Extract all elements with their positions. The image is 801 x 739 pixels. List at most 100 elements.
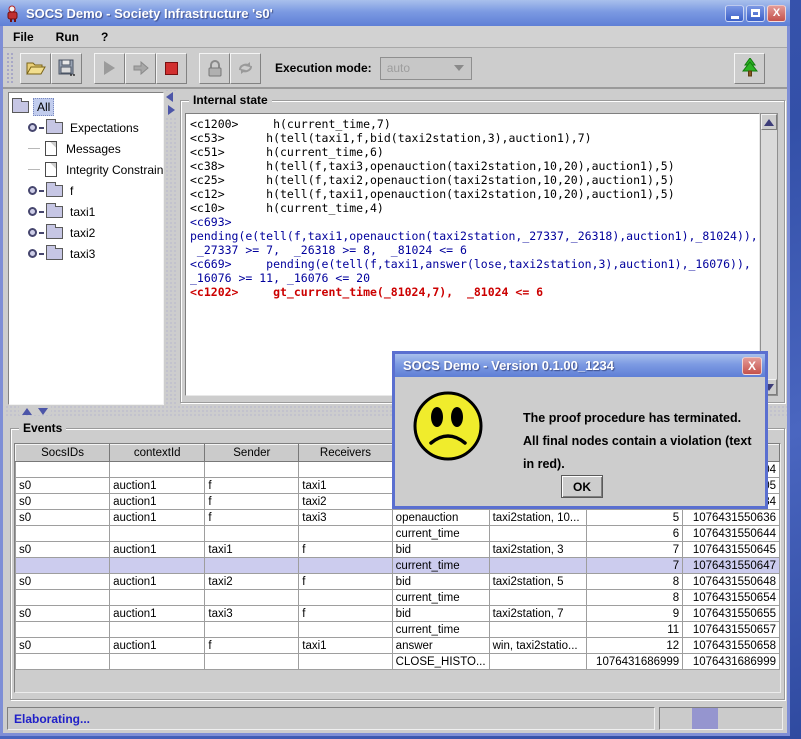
lock-button[interactable] <box>199 53 230 84</box>
execution-mode-value: auto <box>387 61 410 75</box>
close-button[interactable]: X <box>767 5 786 22</box>
refresh-button[interactable] <box>230 53 261 84</box>
save-button[interactable] <box>51 53 82 84</box>
expand-handle-icon[interactable] <box>28 207 37 216</box>
table-cell: 6 <box>587 526 683 542</box>
table-row[interactable]: current_time 81076431550654 <box>16 590 780 606</box>
table-cell: f <box>299 606 392 622</box>
table-cell: auction1 <box>110 542 205 558</box>
society-tree-panel[interactable]: AllExpectationsMessagesIntegrity Constra… <box>8 92 164 405</box>
expand-handle-icon[interactable] <box>28 249 37 258</box>
collapse-down-icon[interactable] <box>38 408 48 415</box>
progress-thumb <box>692 708 718 729</box>
society-tree-button[interactable] <box>734 53 765 84</box>
handle-stem <box>39 190 44 192</box>
folder-icon <box>46 122 63 134</box>
menu-run[interactable]: Run <box>56 30 79 44</box>
padlock-icon <box>207 60 223 77</box>
table-cell: openauction <box>392 510 489 526</box>
table-cell <box>299 526 392 542</box>
status-bar: Elaborating... <box>3 706 787 732</box>
play-button[interactable] <box>94 53 125 84</box>
table-cell <box>110 558 205 574</box>
table-row[interactable]: current_time71076431550647 <box>16 558 780 574</box>
code-line: _16076 >= 11, _16076 <= 20 <box>190 271 759 285</box>
expand-handle-icon[interactable] <box>28 186 37 195</box>
table-row[interactable]: s0auction1ftaxi1answerwin, taxi2statio..… <box>16 638 780 654</box>
open-button[interactable] <box>20 53 51 84</box>
tree-item-taxi1[interactable]: taxi1 <box>12 201 163 222</box>
code-line: <c51> h(current_time,6) <box>190 145 759 159</box>
code-line: <c1200> h(current_time,7) <box>190 117 759 131</box>
arrow-up-icon <box>764 119 774 126</box>
menu-file[interactable]: File <box>13 30 34 44</box>
minimize-button[interactable] <box>725 5 744 22</box>
column-header-contextid[interactable]: contextId <box>110 445 205 462</box>
table-cell <box>110 622 205 638</box>
folder-icon <box>46 227 63 239</box>
message-dialog: SOCS Demo - Version 0.1.00_1234 X The pr… <box>392 351 768 509</box>
toolbar: Execution mode: auto <box>3 49 787 89</box>
table-cell: 8 <box>587 590 683 606</box>
table-row[interactable]: s0auction1ftaxi3openauctiontaxi2station,… <box>16 510 780 526</box>
stop-button[interactable] <box>156 53 187 84</box>
code-line: <c693> <box>190 215 759 229</box>
column-header-sender[interactable]: Sender <box>205 445 299 462</box>
table-cell: 1076431550648 <box>683 574 780 590</box>
table-cell: 12 <box>587 638 683 654</box>
table-cell: auction1 <box>110 606 205 622</box>
toolbar-drag-handle[interactable] <box>6 52 15 84</box>
scroll-up-button[interactable] <box>761 114 777 130</box>
collapse-left-icon[interactable] <box>166 92 173 102</box>
handle-stem <box>39 211 44 213</box>
table-cell: 7 <box>587 542 683 558</box>
table-cell: win, taxi2statio... <box>489 638 587 654</box>
tree-item-label: f <box>67 183 76 199</box>
ok-button[interactable]: OK <box>561 475 603 498</box>
column-header-socsids[interactable]: SocsIDs <box>16 445 110 462</box>
code-line: <c669> pending(e(tell(f,taxi1,answer(los… <box>190 257 759 271</box>
step-button[interactable] <box>125 53 156 84</box>
dialog-close-button[interactable]: X <box>742 357 762 375</box>
column-header-receivers[interactable]: Receivers <box>299 445 392 462</box>
menu-help[interactable]: ? <box>101 30 108 44</box>
internal-state-lines: <c1200> h(current_time,7)<c53> h(tell(ta… <box>190 117 759 299</box>
table-cell: current_time <box>392 590 489 606</box>
tree-item-taxi2[interactable]: taxi2 <box>12 222 163 243</box>
table-cell: 1076431550654 <box>683 590 780 606</box>
folder-icon <box>12 101 29 113</box>
code-line: <c38> h(tell(f,taxi3,openauction(taxi2st… <box>190 159 759 173</box>
tree-item-integrity-constraints[interactable]: Integrity Constraints <box>12 159 163 180</box>
collapse-up-icon[interactable] <box>22 408 32 415</box>
tree-item-expectations[interactable]: Expectations <box>12 117 163 138</box>
tree-item-all[interactable]: All <box>12 96 163 117</box>
table-row[interactable]: CLOSE_HISTO...10764316869991076431686999 <box>16 654 780 670</box>
expand-handle-icon[interactable] <box>28 123 37 132</box>
table-cell <box>299 654 392 670</box>
document-icon <box>45 162 57 177</box>
table-cell <box>489 622 587 638</box>
tree-item-f[interactable]: f <box>12 180 163 201</box>
table-row[interactable]: s0auction1taxi2fbidtaxi2station, 5810764… <box>16 574 780 590</box>
vertical-splitter[interactable] <box>165 89 177 405</box>
table-row[interactable]: current_time111076431550657 <box>16 622 780 638</box>
open-folder-icon <box>26 60 46 76</box>
expand-handle-icon[interactable] <box>28 228 37 237</box>
tree-item-messages[interactable]: Messages <box>12 138 163 159</box>
green-tree-icon <box>742 58 758 78</box>
table-row[interactable]: s0auction1taxi1fbidtaxi2station, 3710764… <box>16 542 780 558</box>
table-cell: bid <box>392 574 489 590</box>
table-cell: taxi1 <box>299 638 392 654</box>
tree-item-taxi3[interactable]: taxi3 <box>12 243 163 264</box>
tree-item-label: taxi3 <box>67 246 98 262</box>
table-cell <box>110 590 205 606</box>
dialog-message-line1: The proof procedure has terminated. <box>523 407 765 430</box>
execution-mode-select[interactable]: auto <box>380 57 472 80</box>
table-cell <box>110 654 205 670</box>
table-row[interactable]: s0auction1taxi3fbidtaxi2station, 7910764… <box>16 606 780 622</box>
dialog-title-bar[interactable]: SOCS Demo - Version 0.1.00_1234 X <box>395 354 765 377</box>
table-row[interactable]: current_time61076431550644 <box>16 526 780 542</box>
title-bar[interactable]: SOCS Demo - Society Infrastructure 's0' … <box>0 0 790 26</box>
collapse-right-icon[interactable] <box>168 105 175 115</box>
maximize-button[interactable] <box>746 5 765 22</box>
